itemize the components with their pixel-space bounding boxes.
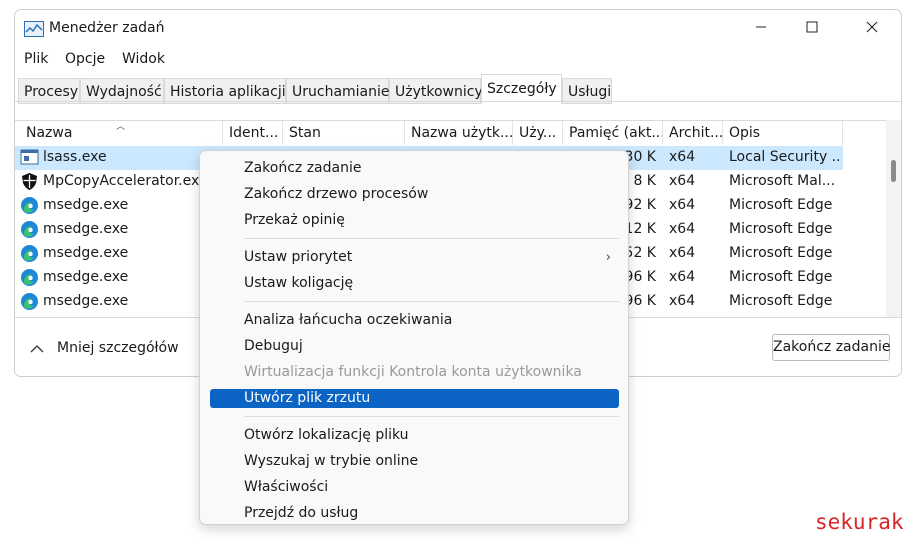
- minimize-icon: [755, 21, 767, 37]
- col-header-cpu[interactable]: Uży...: [513, 121, 563, 145]
- col-header-status[interactable]: Stan: [283, 121, 405, 145]
- fewer-details-label: Mniej szczegółów: [57, 340, 179, 356]
- watermark-logo: sekurak: [815, 510, 904, 534]
- arch-value: x64: [669, 269, 696, 285]
- col-header-description[interactable]: Opis: [723, 121, 843, 145]
- chevron-right-icon: ›: [605, 250, 611, 265]
- menu-item-analyze-wait-chain[interactable]: Analiza łańcucha oczekiwania: [210, 311, 619, 330]
- arch-value: x64: [669, 197, 696, 213]
- col-header-username[interactable]: Nazwa użytk...: [405, 121, 513, 145]
- description-value: Microsoft Edge: [729, 197, 833, 213]
- menu-item-open-file-location[interactable]: Otwórz lokalizację pliku: [210, 426, 619, 445]
- menu-view[interactable]: Widok: [122, 51, 165, 67]
- col-header-pid[interactable]: Ident...: [223, 121, 283, 145]
- description-value: Microsoft Mal...: [729, 173, 836, 189]
- close-icon: [866, 21, 878, 37]
- menu-item-create-dump-file[interactable]: Utwórz plik zrzutu: [210, 389, 619, 408]
- col-header-memory[interactable]: Pamięć (akt...: [563, 121, 663, 145]
- minimize-button[interactable]: [738, 13, 784, 45]
- tab-strip: Procesy Wydajność Historia aplikacji Uru…: [15, 74, 901, 104]
- process-name: msedge.exe: [43, 197, 129, 213]
- col-header-name[interactable]: ︿ Nazwa: [15, 121, 223, 145]
- edge-icon: [20, 292, 39, 311]
- vertical-scrollbar[interactable]: [886, 120, 901, 317]
- task-manager-icon: [24, 21, 44, 37]
- arch-value: x64: [669, 149, 696, 165]
- process-name: MpCopyAccelerator.exe: [43, 173, 208, 189]
- arch-value: x64: [669, 173, 696, 189]
- end-task-button[interactable]: Zakończ zadanie: [772, 334, 890, 361]
- tabs-divider: [15, 101, 901, 102]
- menu-item-end-task[interactable]: Zakończ zadanie: [210, 159, 619, 178]
- menu-item-end-process-tree[interactable]: Zakończ drzewo procesów: [210, 185, 619, 204]
- menu-item-search-online[interactable]: Wyszukaj w trybie online: [210, 452, 619, 471]
- arch-value: x64: [669, 245, 696, 261]
- menu-separator: [244, 416, 619, 417]
- col-header-arch[interactable]: Archit...: [663, 121, 723, 145]
- arch-value: x64: [669, 221, 696, 237]
- menu-item-set-priority[interactable]: Ustaw priorytet ›: [210, 248, 619, 267]
- menu-item-set-affinity[interactable]: Ustaw koligację: [210, 274, 619, 293]
- sort-ascending-icon: ︿: [116, 122, 126, 132]
- process-name: msedge.exe: [43, 269, 129, 285]
- edge-icon: [20, 244, 39, 263]
- close-button[interactable]: [849, 13, 895, 45]
- menu-options[interactable]: Opcje: [65, 51, 105, 67]
- system-process-icon: [20, 148, 39, 167]
- menu-bar: Plik Opcje Widok: [15, 48, 901, 72]
- description-value: Local Security ...: [729, 149, 841, 165]
- menu-item-properties[interactable]: Właściwości: [210, 478, 619, 497]
- menu-item-go-to-services[interactable]: Przejdź do usług: [210, 504, 619, 523]
- menu-separator: [244, 301, 619, 302]
- maximize-icon: [806, 21, 818, 37]
- tab-details[interactable]: Szczegóły: [481, 74, 562, 104]
- description-value: Microsoft Edge: [729, 245, 833, 261]
- process-name: lsass.exe: [43, 149, 107, 165]
- menu-item-uac-virtualization: Wirtualizacja funkcji Kontrola konta uży…: [244, 364, 582, 380]
- menu-item-debug[interactable]: Debuguj: [210, 337, 619, 356]
- process-name: msedge.exe: [43, 245, 129, 261]
- menu-file[interactable]: Plik: [24, 51, 48, 67]
- title-bar[interactable]: Menedżer zadań: [15, 10, 901, 48]
- edge-icon: [20, 196, 39, 215]
- description-value: Microsoft Edge: [729, 293, 833, 309]
- description-value: Microsoft Edge: [729, 269, 833, 285]
- description-value: Microsoft Edge: [729, 221, 833, 237]
- scrollbar-thumb[interactable]: [891, 160, 896, 182]
- menu-item-label: Ustaw priorytet: [244, 249, 353, 265]
- arch-value: x64: [669, 293, 696, 309]
- window-title: Menedżer zadań: [49, 20, 165, 36]
- chevron-up-icon: [30, 342, 44, 358]
- context-menu: Zakończ zadanie Zakończ drzewo procesów …: [199, 150, 629, 525]
- maximize-button[interactable]: [789, 13, 835, 45]
- edge-icon: [20, 268, 39, 287]
- defender-shield-icon: [20, 172, 39, 191]
- menu-separator: [244, 238, 619, 239]
- edge-icon: [20, 220, 39, 239]
- process-name: msedge.exe: [43, 293, 129, 309]
- menu-item-feedback[interactable]: Przekaż opinię: [210, 211, 619, 230]
- process-name: msedge.exe: [43, 221, 129, 237]
